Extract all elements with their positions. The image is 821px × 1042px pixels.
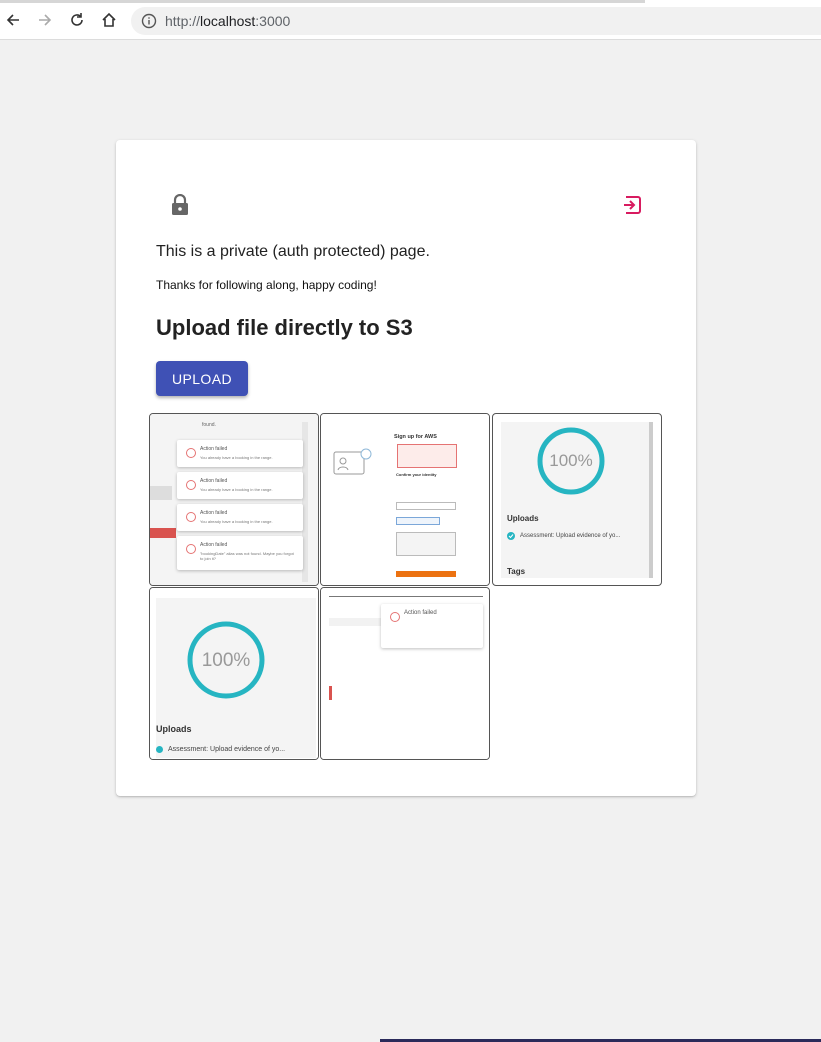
scrollbar — [649, 422, 653, 578]
uploads-label: Uploads — [507, 514, 539, 523]
image-thumbnail[interactable]: 100% Uploads Assessment: Upload evidence… — [149, 587, 319, 760]
toast-title: Action failed — [404, 610, 437, 616]
bg-block — [150, 486, 172, 500]
toast-body: You already have a booking in the range. — [200, 455, 273, 460]
tab-loading-bar — [0, 0, 645, 3]
reload-icon — [71, 13, 83, 26]
rule — [329, 596, 483, 597]
upload-button[interactable]: UPLOAD — [156, 361, 248, 396]
address-bar[interactable]: http://localhost:3000 — [131, 7, 821, 35]
toast-body: You already have a booking in the range. — [200, 519, 273, 524]
toast: Action failed — [381, 604, 483, 648]
error-icon — [186, 448, 196, 458]
progress-percent: 100% — [201, 650, 251, 671]
main-card: This is a private (auth protected) page.… — [116, 140, 696, 796]
toast: Action failed You already have a booking… — [177, 440, 303, 467]
private-page-text: This is a private (auth protected) page. — [156, 243, 430, 260]
url-scheme: http:// — [165, 13, 201, 29]
uploads-label: Uploads — [156, 724, 192, 734]
image-thumbnail[interactable]: 100% Uploads Assessment: Upload evidence… — [492, 413, 662, 586]
toast-title: Action failed — [200, 446, 228, 452]
upload-item: Assessment: Upload evidence of yo... — [520, 533, 621, 539]
error-icon — [186, 512, 196, 522]
error-icon — [390, 612, 400, 622]
thumbnail-image: Sign up for AWS Confirm your identity — [321, 414, 489, 585]
tags-label: Tags — [507, 567, 526, 576]
toast-title: Action failed — [200, 510, 228, 516]
image-thumbnail[interactable]: Sign up for AWS Confirm your identity — [320, 413, 490, 586]
alert-box — [397, 444, 457, 468]
aws-title: Sign up for AWS — [394, 434, 437, 440]
id-card-icon — [333, 448, 372, 475]
error-icon — [186, 480, 196, 490]
url-port: :3000 — [255, 13, 291, 29]
forward-button[interactable] — [35, 10, 55, 30]
reload-button[interactable] — [67, 10, 87, 30]
submit-bar — [396, 571, 456, 577]
toast-title: Action failed — [200, 542, 228, 548]
arrow-right-icon — [39, 14, 52, 26]
thanks-text: Thanks for following along, happy coding… — [156, 278, 377, 292]
red-mark — [329, 686, 332, 700]
red-bar — [150, 528, 176, 538]
aws-subtitle: Confirm your identity — [396, 472, 437, 477]
field — [396, 517, 440, 525]
logout-icon[interactable] — [621, 194, 643, 216]
back-button[interactable] — [3, 10, 23, 30]
lock-icon — [172, 194, 188, 215]
toast-body: You already have a booking in the range. — [200, 487, 273, 492]
error-icon — [186, 544, 196, 554]
field — [396, 502, 456, 510]
thumbnail-image: 100% Uploads Assessment: Upload evidence… — [501, 422, 653, 578]
url-host: localhost — [200, 13, 256, 29]
thumbnail-image: 100% Uploads Assessment: Upload evidence… — [150, 588, 318, 759]
image-thumbnail[interactable]: Action failed — [320, 587, 490, 760]
toast: Action failed You already have a booking… — [177, 472, 303, 499]
progress-percent: 100% — [549, 451, 593, 470]
toast-top-text: found. — [202, 422, 216, 428]
home-icon — [102, 12, 116, 27]
check-circle-icon — [507, 532, 515, 540]
browser-toolbar: http://localhost:3000 — [0, 0, 821, 40]
upload-item: Assessment: Upload evidence of yo... — [168, 746, 286, 753]
check-circle-icon — [156, 746, 163, 753]
toast: Action failed "bookingDate" alias was no… — [177, 536, 303, 570]
arrow-left-icon — [6, 14, 19, 26]
image-thumbnail[interactable]: found. Action failed You already have a … — [149, 413, 319, 586]
toast: Action failed You already have a booking… — [177, 504, 303, 531]
toast-title: Action failed — [200, 478, 228, 484]
page-heading: Upload file directly to S3 — [156, 315, 413, 340]
url-text: http://localhost:3000 — [165, 13, 290, 29]
captcha — [396, 532, 456, 556]
home-button[interactable] — [99, 10, 119, 30]
thumbnail-image: found. Action failed You already have a … — [150, 414, 318, 585]
thumbnail-image: Action failed — [321, 588, 489, 759]
toast-body: "bookingDate" alias was not found. Maybe… — [200, 551, 294, 561]
info-icon[interactable] — [141, 13, 157, 29]
